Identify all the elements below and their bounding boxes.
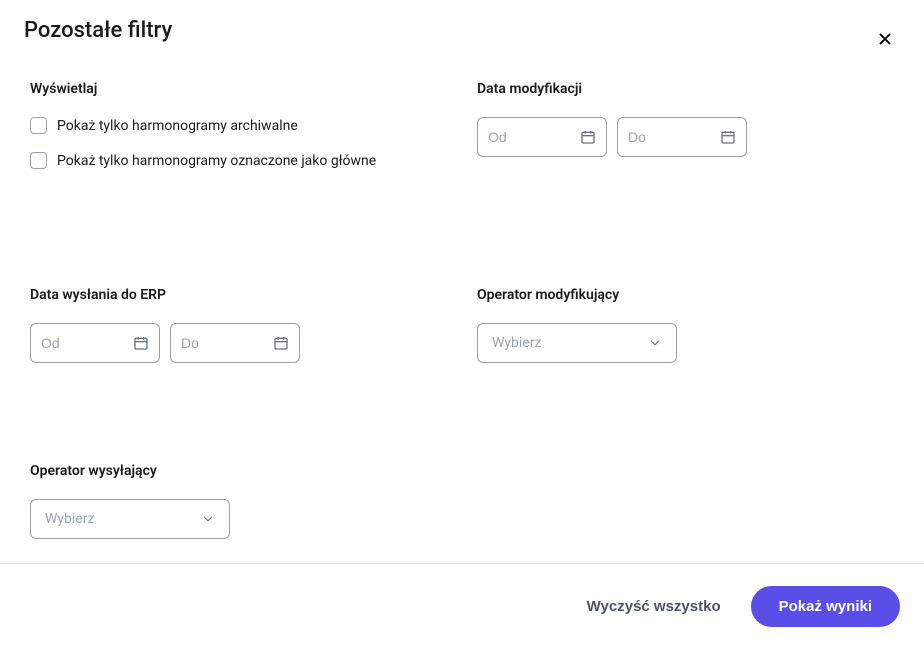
clear-all-button[interactable]: Wyczyść wszystko — [575, 590, 733, 623]
modification-date-from-input[interactable] — [488, 129, 596, 145]
checkbox-archival-label: Pokaż tylko harmonogramy archiwalne — [57, 118, 298, 134]
erp-sent-date-range — [30, 323, 447, 363]
chevron-down-icon — [648, 336, 662, 350]
section-modification-date: Data modyfikacji — [477, 81, 894, 187]
erp-sent-date-to[interactable] — [170, 323, 300, 363]
show-results-button[interactable]: Pokaż wyniki — [751, 586, 900, 627]
sending-operator-placeholder: Wybierz — [45, 511, 94, 527]
checkbox-icon — [30, 117, 47, 134]
section-display: Wyświetlaj Pokaż tylko harmonogramy arch… — [30, 81, 447, 187]
modal-body: Wyświetlaj Pokaż tylko harmonogramy arch… — [0, 75, 924, 563]
section-display-label: Wyświetlaj — [30, 81, 447, 97]
modification-date-range — [477, 117, 894, 157]
chevron-down-icon — [201, 512, 215, 526]
erp-sent-date-from[interactable] — [30, 323, 160, 363]
modal-header: Pozostałe filtry — [0, 0, 924, 75]
modification-date-from[interactable] — [477, 117, 607, 157]
close-button[interactable] — [870, 24, 900, 57]
close-icon — [876, 30, 894, 48]
checkbox-main[interactable]: Pokaż tylko harmonogramy oznaczone jako … — [30, 152, 447, 169]
section-modifying-operator-label: Operator modyfikujący — [477, 287, 894, 303]
modifying-operator-placeholder: Wybierz — [492, 335, 541, 351]
modification-date-to-input[interactable] — [628, 129, 736, 145]
modifying-operator-select[interactable]: Wybierz — [477, 323, 677, 363]
section-modifying-operator: Operator modyfikujący Wybierz — [477, 287, 894, 363]
section-erp-sent-date-label: Data wysłania do ERP — [30, 287, 447, 303]
section-erp-sent-date: Data wysłania do ERP — [30, 287, 447, 363]
empty-cell — [477, 403, 894, 539]
checkbox-icon — [30, 152, 47, 169]
erp-sent-date-to-input[interactable] — [181, 335, 289, 351]
checkbox-main-label: Pokaż tylko harmonogramy oznaczone jako … — [57, 153, 376, 169]
modal-title: Pozostałe filtry — [24, 18, 172, 43]
modal-footer: Wyczyść wszystko Pokaż wyniki — [0, 563, 924, 649]
sending-operator-select[interactable]: Wybierz — [30, 499, 230, 539]
erp-sent-date-from-input[interactable] — [41, 335, 149, 351]
section-modification-date-label: Data modyfikacji — [477, 81, 894, 97]
checkbox-archival[interactable]: Pokaż tylko harmonogramy archiwalne — [30, 117, 447, 134]
modification-date-to[interactable] — [617, 117, 747, 157]
section-sending-operator-label: Operator wysyłający — [30, 463, 447, 479]
section-sending-operator: Operator wysyłający Wybierz — [30, 463, 447, 539]
